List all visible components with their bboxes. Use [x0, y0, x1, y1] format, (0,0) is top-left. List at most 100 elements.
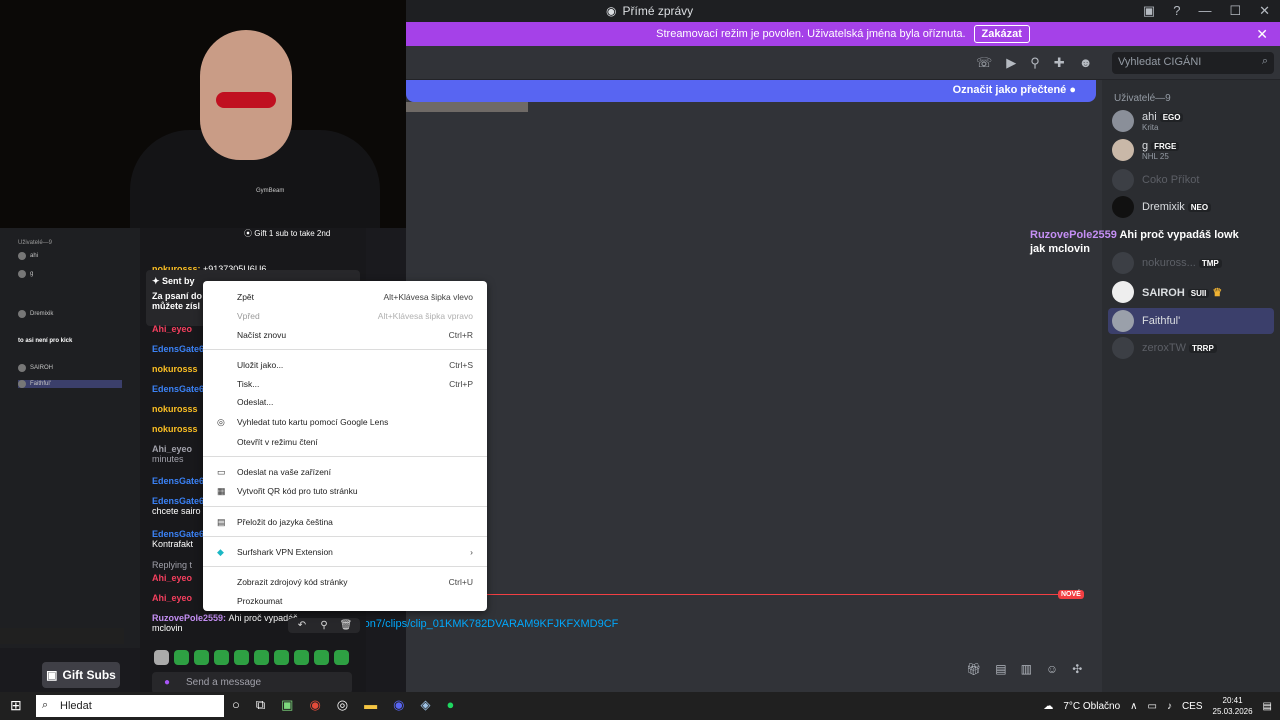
emote-icon[interactable]	[214, 650, 229, 665]
store-icon[interactable]: ▣	[281, 697, 293, 713]
mini-message: to asi není pro kick	[18, 338, 73, 344]
chat-message: Ahi_eyeo	[152, 573, 193, 583]
clip-link[interactable]: ron7/clips/clip_01KMK782DVARAM9KFJKFXMD9…	[360, 618, 618, 630]
channel-header: ☏ ▶ ⚲ ✚ ☻ Vyhledat CIGÁNI ⌕	[406, 46, 1280, 80]
menu-item-back[interactable]: Zpět Alt+Klávesa šipka vlevo	[203, 288, 487, 306]
emote-icon[interactable]	[334, 650, 349, 665]
menu-item-qr-code[interactable]: ▦ Vytvořit QR kód pro tuto stránku	[203, 482, 487, 500]
emote-icon[interactable]	[194, 650, 209, 665]
member-item[interactable]: SAIROH SUII ♛	[1112, 281, 1272, 303]
taskbar-search[interactable]: ⌕ Hledat	[36, 695, 224, 717]
menu-item-google-lens[interactable]: ◎ Vyhledat tuto kartu pomocí Google Lens	[203, 413, 487, 431]
chat-message: nokurosss	[152, 424, 198, 434]
emoji-icon[interactable]: ☺	[1046, 662, 1058, 676]
member-item[interactable]: g FRGE NHL 25	[1112, 139, 1272, 161]
help-icon[interactable]: ?	[1173, 3, 1180, 19]
disable-streamer-button[interactable]: Zakázat	[973, 25, 1030, 43]
chat-message: nokurosss	[152, 404, 198, 414]
message-actions: ↶ ⚲ 🗑︎	[288, 618, 360, 633]
volume-icon[interactable]: ♪	[1167, 701, 1172, 712]
tray-expand-icon[interactable]: ∧	[1130, 701, 1137, 712]
surfshark-icon: ◆	[217, 546, 224, 557]
menu-item-reading-mode[interactable]: Otevřít v režimu čtení	[203, 433, 487, 451]
apps-icon[interactable]: ✣	[1072, 662, 1082, 676]
mic-icon[interactable]: ●	[164, 677, 170, 688]
add-friend-icon[interactable]: ✚	[1054, 55, 1065, 71]
menu-item-print[interactable]: Tisk... Ctrl+P	[203, 375, 487, 393]
maximize-button[interactable]: ☐	[1229, 3, 1241, 19]
members-icon[interactable]: ☻	[1079, 55, 1093, 71]
menu-item-inspect[interactable]: Prozkoumat	[203, 592, 487, 610]
menu-item-send-to-device[interactable]: ▭ Odeslat na vaše zařízení	[203, 463, 487, 481]
menu-item-save-as[interactable]: Uložit jako... Ctrl+S	[203, 356, 487, 374]
weather-icon: ☁	[1043, 700, 1054, 712]
close-window-button[interactable]: ✕	[1259, 3, 1270, 19]
sticker-icon[interactable]: ▥	[1021, 662, 1032, 676]
pin-message-icon[interactable]: ⚲	[314, 620, 334, 631]
emote-icon[interactable]	[314, 650, 329, 665]
explorer-icon[interactable]: ▬	[364, 697, 377, 713]
close-banner-icon[interactable]: ✕	[1256, 26, 1268, 43]
menu-item-surfshark[interactable]: ◆ Surfshark VPN Extension ›	[203, 543, 487, 561]
chat-message: Ahi_eyeo minutes	[152, 444, 193, 464]
video-icon[interactable]: ▶	[1006, 55, 1016, 71]
emote-icon[interactable]	[294, 650, 309, 665]
search-input[interactable]: Vyhledat CIGÁNI ⌕	[1112, 52, 1274, 74]
gift-icon[interactable]: 🎁︎	[966, 662, 981, 676]
member-tag: NEO	[1187, 203, 1212, 212]
member-tag: TMP	[1198, 259, 1222, 268]
spotify-icon[interactable]: ●	[446, 697, 454, 713]
chat-message: EdensGate6 chcete sairo	[152, 496, 205, 516]
member-tag: SUII	[1187, 288, 1210, 298]
crown-icon: ♛	[1212, 286, 1223, 299]
member-item[interactable]: Faithful'	[1108, 308, 1274, 334]
minimize-button[interactable]: —	[1198, 3, 1211, 19]
discord-icon[interactable]: ◉	[393, 697, 404, 713]
obs-icon[interactable]: ◎	[337, 697, 348, 713]
chat-message: RuzovePole2559: Ahi proč vypadáš mclovin	[152, 613, 298, 633]
start-icon[interactable]: ⊞	[10, 697, 22, 714]
delete-icon[interactable]: 🗑︎	[336, 620, 356, 631]
chrome-icon[interactable]: ◉	[309, 697, 320, 713]
emote-icon[interactable]	[274, 650, 289, 665]
inbox-icon[interactable]: ▣	[1143, 3, 1155, 19]
pin-icon[interactable]: ⚲	[1030, 55, 1040, 71]
mark-read-bar[interactable]: Označit jako přečtené ●	[406, 80, 1096, 102]
call-icon[interactable]: ☏	[976, 55, 992, 71]
language-indicator[interactable]: CES	[1182, 701, 1203, 712]
clock[interactable]: 20:41 25.03.2026	[1213, 695, 1253, 717]
menu-item-view-source[interactable]: Zobrazit zdrojový kód stránky Ctrl+U	[203, 573, 487, 591]
send-message-input[interactable]: ● Send a message	[152, 672, 352, 694]
gif-icon[interactable]: ▤	[995, 662, 1006, 676]
member-item[interactable]: Dremixik NEO	[1112, 196, 1272, 218]
menu-item-translate[interactable]: ▤ Přeložit do jazyka čeština	[203, 513, 487, 531]
image-attachment[interactable]	[406, 102, 528, 112]
emote-icon[interactable]	[234, 650, 249, 665]
mini-members-header: Uživatelé—9	[18, 240, 53, 246]
menu-item-cast[interactable]: Odeslat...	[203, 393, 487, 411]
member-item[interactable]: ahi EGO Krita	[1112, 110, 1272, 132]
reply-icon[interactable]: ↶	[292, 620, 312, 631]
windows-taskbar: ⊞ ⌕ Hledat ○ ⧉ ▣ ◉ ◎ ▬ ◉ ◈ ● ☁ 7°C Oblač…	[0, 692, 1280, 720]
menu-separator	[203, 566, 487, 567]
member-name: Coko Příkot	[1142, 174, 1200, 186]
chat-message: EdensGate6	[152, 344, 205, 354]
notifications-icon[interactable]: ▤	[1263, 701, 1272, 712]
cortana-icon[interactable]: ○	[232, 697, 240, 713]
member-item[interactable]: Coko Příkot	[1112, 169, 1272, 191]
chat-message: Ahi_eyeo	[152, 593, 193, 603]
gift-subs-button[interactable]: ▣ Gift Subs	[42, 662, 120, 688]
network-icon[interactable]: ▭	[1147, 701, 1156, 712]
emote-icon[interactable]	[174, 650, 189, 665]
mini-member: ahi	[18, 252, 38, 260]
member-tag: EGO	[1159, 112, 1184, 122]
task-view-icon[interactable]: ⧉	[256, 697, 265, 713]
weather-text[interactable]: 7°C Oblačno	[1063, 701, 1120, 712]
menu-separator	[203, 349, 487, 350]
emote-icon[interactable]	[254, 650, 269, 665]
lens-icon: ◎	[217, 416, 225, 427]
member-item[interactable]: zeroxTW TRRP	[1112, 337, 1272, 359]
menu-item-reload[interactable]: Načíst znovu Ctrl+R	[203, 326, 487, 344]
emote-icon[interactable]	[154, 650, 169, 665]
steam-icon[interactable]: ◈	[420, 697, 430, 713]
